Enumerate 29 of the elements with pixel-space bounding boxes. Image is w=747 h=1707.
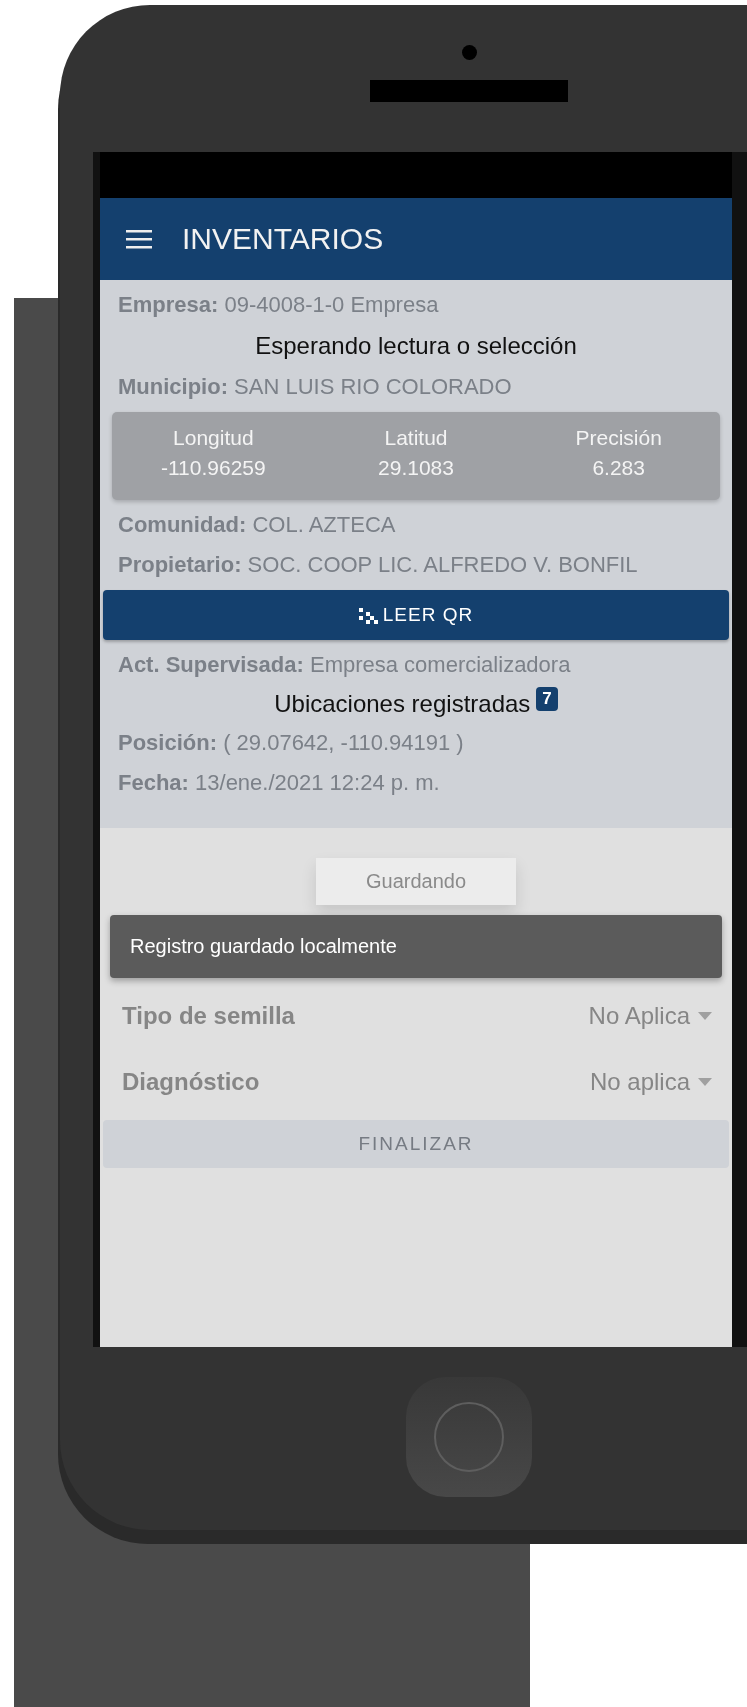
field-label: Tipo de semilla [122, 1002, 295, 1030]
scan-qr-button[interactable]: LEER QR [103, 590, 729, 640]
saving-dialog: Guardando [316, 858, 516, 905]
record-field: Empresa: 09-4008-1-0 Empresa [100, 290, 732, 320]
locations-label: Ubicaciones registradas [274, 690, 531, 718]
gps-label: Latitud [383, 426, 449, 450]
record-field: Act. Supervisada: Empresa comercializadora [100, 650, 732, 680]
app-title: INVENTARIOS [182, 222, 384, 256]
snackbar: Registro guardado localmente [110, 915, 722, 978]
record-field: Fecha: 13/ene./2021 12:24 p. m. [100, 768, 732, 798]
gps-label: Precisión [574, 426, 663, 450]
gps-value: 6.283 [591, 456, 646, 480]
caret-icon [698, 1012, 712, 1020]
locations-count-badge: 7 [536, 687, 558, 711]
record-field: Posición: ( 29.07642, -110.94191 ) [100, 728, 732, 758]
menu-icon[interactable] [126, 229, 152, 249]
caret-icon [698, 1078, 712, 1086]
camera-dot [462, 45, 477, 60]
scan-status: Esperando lectura o selección [254, 331, 578, 361]
dropdown-select[interactable]: No aplica [589, 1068, 712, 1096]
gps-label: Longitud [172, 426, 255, 450]
record-field: Propietario: SOC. COOP LIC. ALFREDO V. BONFIL [100, 550, 732, 580]
gps-value: 29.1083 [377, 456, 455, 480]
record-field: Comunidad: COL. AZTECA [100, 510, 732, 540]
qr-icon [358, 605, 379, 625]
field-label: Diagnóstico [122, 1068, 260, 1096]
dropdown-select[interactable]: No Aplica [588, 1002, 712, 1030]
gps-value: -110.96259 [159, 456, 267, 480]
record-field: Municipio: SAN LUIS RIO COLORADO [100, 372, 732, 402]
